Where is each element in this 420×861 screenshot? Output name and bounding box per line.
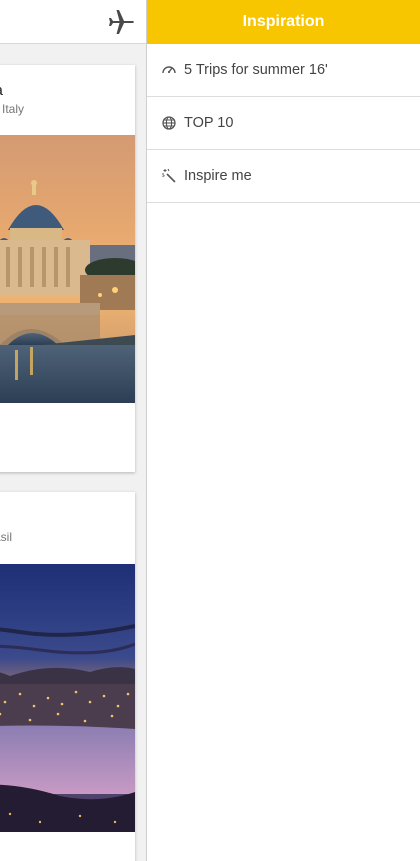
trip-card-location: Brasil (0, 530, 13, 544)
rome-vatican-dusk-photo (0, 135, 135, 403)
magic-wand-icon (162, 168, 176, 183)
drawer-title: Inspiration (147, 0, 420, 44)
menu-item-top-10[interactable]: TOP 10 (147, 97, 420, 150)
trip-card-title: ma (0, 82, 135, 99)
menu-item-inspire-me[interactable]: Inspire me (147, 150, 420, 203)
menu-item-label: 5 Trips for summer 16' (184, 62, 328, 78)
app-viewport: ma na, Italy (0, 0, 420, 861)
trip-list-panel: ma na, Italy (0, 0, 146, 861)
rio-de-janeiro-night-photo (0, 564, 135, 832)
menu-item-label: Inspire me (184, 168, 252, 184)
inspiration-menu: 5 Trips for summer 16' TOP 10 Inspire me (147, 44, 420, 203)
gauge-icon (162, 66, 176, 74)
inspiration-drawer: Inspiration 5 Trips for summer 16' TOP 1… (146, 0, 420, 861)
trip-card[interactable]: ma na, Italy (0, 65, 135, 472)
airplane-icon[interactable] (106, 7, 136, 37)
top-bar (0, 0, 146, 44)
menu-item-summer-trips[interactable]: 5 Trips for summer 16' (147, 44, 420, 97)
globe-icon (162, 116, 176, 130)
menu-item-label: TOP 10 (184, 115, 234, 131)
trip-card[interactable]: Brasil (0, 492, 135, 861)
trip-card-location: na, Italy (0, 102, 25, 116)
